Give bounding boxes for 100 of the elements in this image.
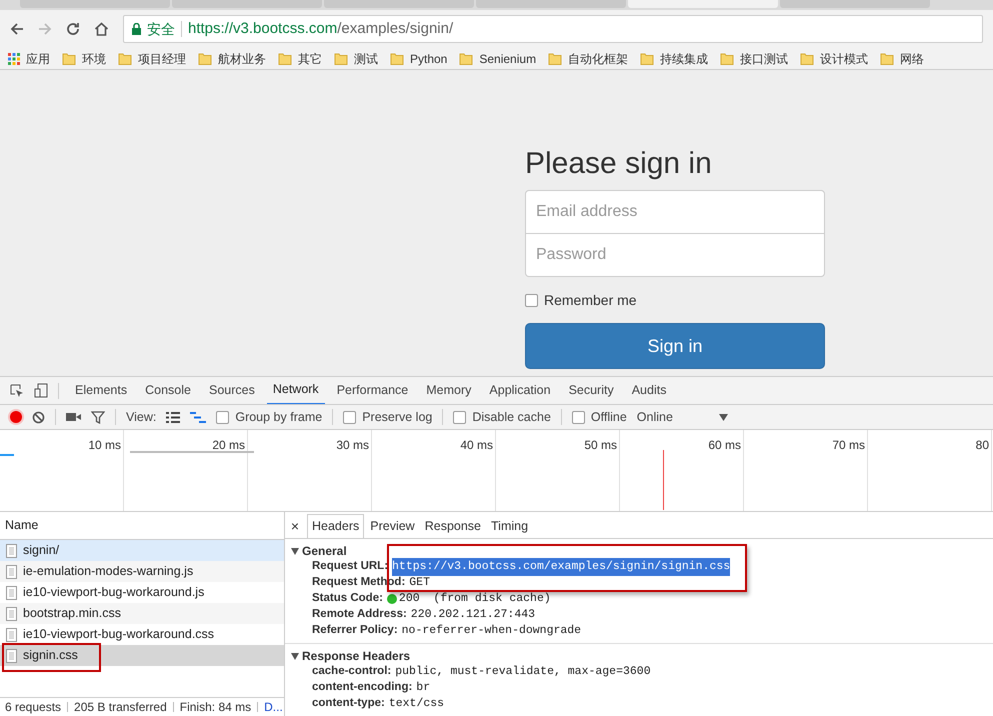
signin-heading: Please sign in	[525, 146, 713, 182]
file-icon	[6, 606, 17, 620]
header-key: Request URL:	[312, 558, 388, 576]
header-value: 200 (from disk cache)	[398, 591, 551, 608]
bookmark-link[interactable]: 设计模式	[820, 50, 868, 68]
disclosure-triangle-icon	[291, 548, 299, 554]
bookmark-link[interactable]: Python	[410, 50, 448, 68]
reload-icon[interactable]	[66, 22, 80, 36]
request-row[interactable]: ie-emulation-modes-warning.js	[0, 561, 284, 582]
devtools-tab[interactable]: Elements	[69, 376, 134, 404]
filter-icon[interactable]	[91, 410, 105, 424]
timeline-tick-label: 40 ms	[460, 437, 493, 450]
url-host-text: https://v3.bootcss.com	[188, 20, 338, 37]
detail-tab[interactable]: Timing	[487, 514, 532, 538]
header-value: no-referrer-when-downgrade	[402, 623, 582, 640]
bookmark-link[interactable]: Senienium	[479, 50, 536, 68]
request-row[interactable]: signin/	[0, 540, 284, 561]
disclosure-triangle-icon	[291, 652, 299, 660]
bookmark-link[interactable]: 航材业务	[218, 50, 266, 68]
list-view-icon[interactable]	[166, 412, 180, 422]
detail-tab[interactable]: Preview	[366, 514, 419, 538]
view-label: View:	[126, 408, 156, 426]
timeline-tick-label: 70 ms	[832, 437, 865, 450]
inspect-icon[interactable]	[10, 384, 24, 398]
bookmark-link[interactable]: 自动化框架	[568, 50, 628, 68]
bookmark-link[interactable]: 应用	[26, 50, 50, 68]
devtools-tab[interactable]: Application	[483, 376, 557, 404]
status-text[interactable]: D...	[264, 698, 283, 716]
folder-icon	[278, 52, 292, 65]
folder-icon	[640, 52, 654, 65]
status-text: 6 requests	[5, 699, 62, 716]
header-value: https://v3.bootcss.com/examples/signin/signin.css	[392, 558, 730, 576]
devtools-tab[interactable]: Memory	[420, 376, 478, 404]
folder-icon	[198, 52, 212, 65]
timeline-tick-label: 50 ms	[584, 437, 617, 450]
bookmark-link[interactable]: 测试	[354, 50, 378, 68]
filter-checkbox[interactable]	[216, 410, 230, 424]
record-icon[interactable]	[10, 411, 22, 423]
waterfall-view-icon[interactable]	[190, 412, 206, 422]
close-button[interactable]: ×	[289, 514, 301, 538]
remember-checkbox[interactable]	[525, 294, 538, 307]
timeline-tick-label: 20 ms	[212, 437, 245, 450]
file-icon	[6, 648, 17, 662]
devtools-tab[interactable]: Console	[139, 376, 197, 404]
header-key: cache-control:	[312, 663, 392, 681]
sign-in-button[interactable]: Sign in	[525, 323, 825, 369]
devtools-tab[interactable]: Audits	[626, 376, 672, 404]
request-name: signin/	[23, 542, 60, 560]
bookmark-link[interactable]: 持续集成	[660, 50, 708, 68]
file-icon	[6, 564, 17, 578]
bookmark-link[interactable]: 网络	[900, 50, 924, 68]
secure-label: 安全	[147, 20, 175, 38]
header-key: Remote Address:	[312, 606, 407, 624]
throttle-dropdown[interactable]: Online	[636, 408, 728, 426]
clear-icon[interactable]	[32, 410, 45, 424]
folder-icon	[459, 52, 474, 65]
section-header[interactable]: Response Headers	[285, 648, 416, 664]
file-icon	[6, 628, 17, 642]
folder-icon	[548, 52, 562, 65]
request-name: signin.css	[23, 647, 78, 664]
bookmark-link[interactable]: 环境	[82, 50, 106, 68]
address-bar[interactable]: 安全 https://v3.bootcss.com/examples/signin/	[123, 15, 983, 43]
devtools-tab[interactable]: Performance	[330, 376, 414, 404]
device-icon[interactable]	[34, 383, 48, 398]
header-value: GET	[409, 575, 430, 592]
devtools-tab[interactable]: Sources	[202, 376, 261, 404]
home-icon[interactable]	[94, 22, 109, 36]
checkbox-label: Disable cache	[472, 408, 551, 426]
request-row[interactable]: signin.css	[0, 645, 284, 666]
request-name: bootstrap.min.css	[23, 605, 121, 622]
checkbox-label: Preserve log	[362, 408, 432, 426]
header-key: Status Code:	[312, 590, 383, 608]
filter-checkbox[interactable]	[453, 410, 466, 424]
bookmark-link[interactable]: 项目经理	[138, 50, 186, 68]
load-marker	[663, 450, 664, 510]
bookmark-link[interactable]: 接口测试	[740, 50, 788, 68]
folder-icon	[800, 52, 814, 65]
request-row[interactable]: bootstrap.min.css	[0, 603, 284, 624]
filter-checkbox[interactable]	[343, 410, 356, 424]
detail-tab[interactable]: Response	[420, 514, 486, 538]
bookmark-link[interactable]: 其它	[298, 50, 322, 68]
timeline-tick-label: 80	[976, 437, 989, 450]
folder-icon	[118, 52, 132, 65]
status-text: 205 B transferred	[74, 699, 167, 716]
detail-tab[interactable]: Headers	[307, 514, 364, 538]
remember-label: Remember me	[544, 291, 637, 310]
url-path-text: /examples/signin/	[337, 20, 454, 37]
request-name: ie10-viewport-bug-workaround.css	[23, 626, 214, 644]
email-field[interactable]: Email address	[525, 190, 825, 234]
back-arrow-icon[interactable]	[10, 22, 24, 36]
caret-icon	[718, 414, 728, 420]
folder-icon	[390, 52, 404, 65]
header-value: br	[416, 680, 430, 696]
timeline-tick-label: 60 ms	[708, 437, 741, 450]
filter-checkbox[interactable]	[572, 410, 585, 424]
section-header[interactable]: General	[285, 543, 353, 559]
camera-icon[interactable]	[66, 412, 81, 422]
devtools-tab[interactable]: Security	[562, 376, 620, 404]
timeline-tick-label: 10 ms	[88, 437, 121, 450]
password-field[interactable]: Password	[525, 234, 825, 277]
